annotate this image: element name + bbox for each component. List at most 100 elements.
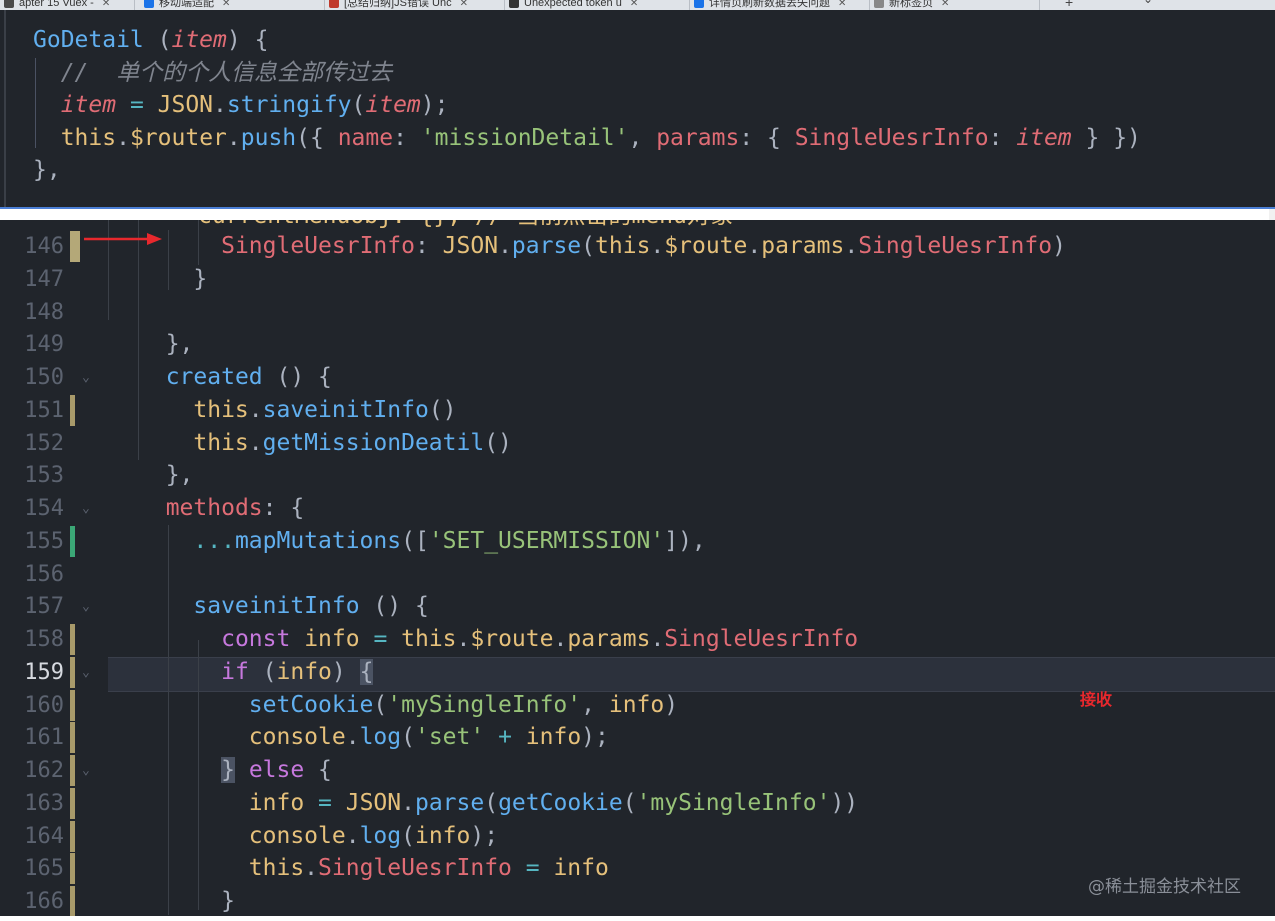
code-token: + <box>484 724 526 751</box>
browser-tab[interactable]: 新标签页 ✕ <box>870 0 1040 10</box>
tab-close-icon[interactable]: ✕ <box>941 0 949 9</box>
code-line[interactable]: methods: { <box>138 492 304 525</box>
fold-chevron-icon[interactable]: ⌄ <box>82 361 96 394</box>
browser-tab[interactable]: 详情页刷新数据丢失问题 ✕ <box>690 0 870 10</box>
code-token: . <box>248 429 263 456</box>
git-modified-marker <box>70 231 80 262</box>
code-token: . <box>345 724 360 751</box>
code-token: : <box>988 124 1017 151</box>
line-number: 149 <box>24 332 64 358</box>
tab-favicon-icon <box>874 0 884 9</box>
browser-tab[interactable]: apter 15 Vuex - ✕ <box>0 0 135 10</box>
code-token: = <box>511 855 554 882</box>
code-line[interactable]: SingleUesrInfo: JSON.parse(this.$route.p… <box>138 230 1066 263</box>
code-line[interactable]: console.log('set' + info); <box>138 721 609 754</box>
code-token: () <box>484 429 512 456</box>
code-line[interactable]: }, <box>138 328 194 361</box>
browser-tab[interactable]: [总结归纳]JS错误 Unc ✕ <box>325 0 505 10</box>
fold-chevron-icon[interactable]: ⌄ <box>82 492 96 525</box>
tab-close-icon[interactable]: ✕ <box>222 0 230 9</box>
code-line[interactable]: } <box>138 885 235 916</box>
code-line[interactable]: created () { <box>138 361 332 394</box>
code-token: ); <box>420 92 449 118</box>
code-token: ( <box>484 789 499 816</box>
code-token: ( <box>622 789 637 816</box>
code-token: this <box>60 124 117 151</box>
code-line[interactable]: console.log(info); <box>138 820 498 853</box>
code-token: ( <box>401 822 415 849</box>
code-line[interactable]: } <box>138 263 207 296</box>
code-line[interactable]: setCookie('mySingleInfo', info) <box>138 689 678 722</box>
code-token: . <box>650 233 665 259</box>
fold-chevron-icon[interactable]: ⌄ <box>82 754 96 787</box>
top-code-line: GoDetail (item) { <box>33 24 268 57</box>
line-number: 154 <box>24 496 64 521</box>
line-number: 147 <box>24 266 64 292</box>
code-token: this <box>401 626 457 652</box>
code-token: this <box>193 396 249 423</box>
code-token: }, <box>138 331 194 358</box>
code-line[interactable]: this.saveinitInfo() <box>138 394 456 427</box>
code-token: . <box>248 396 263 423</box>
code-token: }, <box>138 462 194 489</box>
code-token: push <box>240 124 297 151</box>
code-line[interactable]: info = JSON.parse(getCookie('mySingleInf… <box>138 787 858 820</box>
tab-close-icon[interactable]: ✕ <box>460 0 468 9</box>
tab-close-icon[interactable]: ✕ <box>838 0 846 9</box>
line-number: 159 <box>24 659 64 685</box>
code-line[interactable]: const info = this.$route.params.SingleUe… <box>138 623 858 656</box>
code-line[interactable]: this.SingleUesrInfo = info <box>138 852 609 885</box>
indent-guide <box>198 220 199 265</box>
code-token: . <box>401 789 415 816</box>
indent-guide <box>198 640 199 910</box>
code-token: SingleUesrInfo <box>221 233 415 259</box>
code-token: this <box>595 233 651 259</box>
code-token: SingleUesrInfo <box>858 233 1053 259</box>
tab-close-icon[interactable]: ✕ <box>102 0 110 9</box>
code-token: params <box>567 626 651 652</box>
code-line[interactable]: saveinitInfo () { <box>138 590 429 623</box>
code-line[interactable]: if (info) { <box>138 656 374 689</box>
code-token: } <box>138 265 208 292</box>
fold-chevron-icon[interactable]: ⌄ <box>82 656 96 689</box>
code-token: console <box>248 822 346 849</box>
code-token: () { <box>359 593 429 620</box>
code-token: info <box>276 658 332 685</box>
code-token: mapMutations <box>234 527 402 554</box>
line-number: 164 <box>24 823 64 849</box>
new-tab-plus-icon[interactable]: + <box>1065 0 1073 10</box>
tab-close-icon[interactable]: ✕ <box>630 0 638 9</box>
tab-label: 移动端适配 <box>159 0 214 9</box>
tab-list-chevron-icon[interactable]: ⌄ <box>1143 0 1153 6</box>
code-editor[interactable]: currentMenuobj: {}, // 当前点击的menu对象 146 S… <box>0 220 1275 916</box>
line-number: 148 <box>24 299 64 325</box>
code-token: console <box>248 724 346 751</box>
browser-tab[interactable]: 移动端适配 ✕ <box>140 0 325 10</box>
code-token: parse <box>511 233 582 259</box>
code-token: parse <box>414 789 485 816</box>
code-line[interactable]: }, <box>138 459 194 492</box>
code-token: name <box>337 124 394 151</box>
browser-tab-strip: apter 15 Vuex - ✕ 移动端适配 ✕ [总结归纳]JS错误 Unc ✕ Une… <box>0 0 1275 10</box>
code-line[interactable]: ...mapMutations(['SET_USERMISSION']), <box>138 525 705 558</box>
top-code-snippet: GoDetail (item) { // 单个的个人信息全部传过去 item =… <box>0 10 1275 207</box>
fold-chevron-icon[interactable]: ⌄ <box>82 590 96 623</box>
line-number: 153 <box>24 463 64 489</box>
code-token: , <box>628 124 657 151</box>
code-token: saveinitInfo <box>193 593 360 620</box>
line-number: 162 <box>24 758 64 783</box>
git-modified-marker <box>70 394 75 426</box>
code-token: JSON <box>442 233 499 259</box>
code-token: ( <box>401 724 415 751</box>
code-token: 'set' <box>414 724 485 751</box>
top-code-line: // 单个的个人信息全部传过去 <box>33 57 392 90</box>
browser-tab[interactable]: Unexpected token u ✕ <box>505 0 690 10</box>
line-number: 151 <box>24 397 64 423</box>
code-token: created <box>165 364 263 390</box>
code-line[interactable]: this.getMissionDeatil() <box>138 427 512 460</box>
code-token: )) <box>830 789 859 816</box>
